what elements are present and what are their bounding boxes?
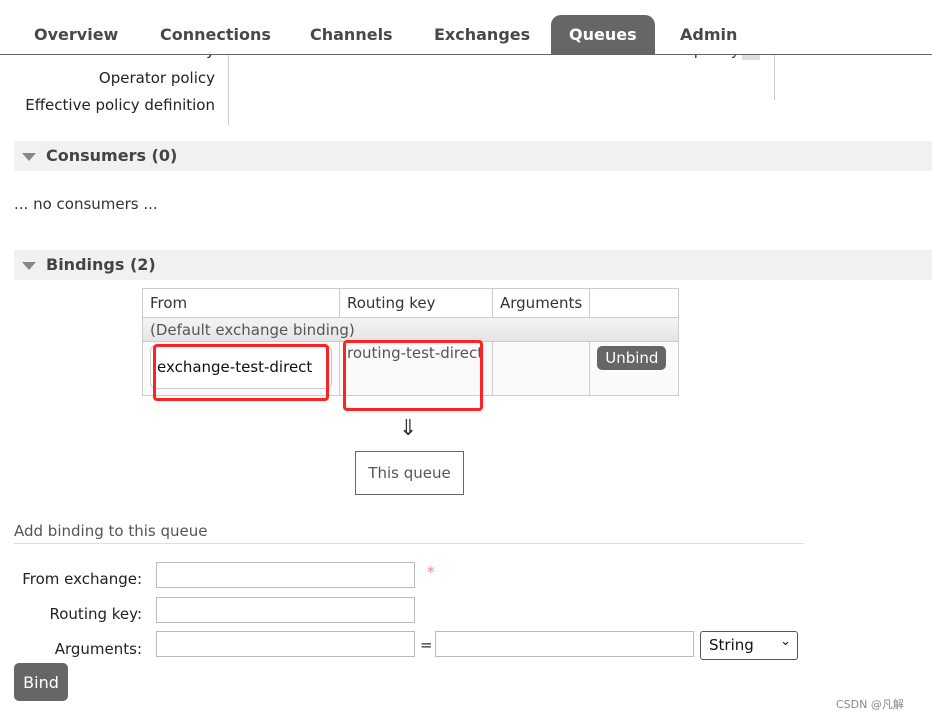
arguments-cell [491,341,591,396]
arguments-label: Arguments: [54,640,142,658]
argument-type-select[interactable]: String ⌄ [700,631,798,660]
tab-overview[interactable]: Overview [16,15,136,54]
routing-key-label: Routing key: [49,605,143,623]
argument-key-input[interactable] [156,631,415,657]
collapse-triangle-icon [22,261,36,270]
watermark: CSDN @凡解 [836,698,904,711]
no-consumers-text: ... no consumers ... [14,195,158,213]
consumers-section-header[interactable]: Consumers (0) [14,141,932,171]
select-value: String [709,636,754,654]
down-arrow-icon: ⇓ [399,416,418,441]
tab-channels[interactable]: Channels [292,15,411,54]
divider [228,55,229,125]
section-title: Bindings (2) [46,255,156,274]
col-actions [589,288,680,318]
bindings-section-header[interactable]: Bindings (2) [14,250,932,280]
section-title: Consumers (0) [46,146,178,165]
argument-value-input[interactable] [435,631,694,657]
tab-admin[interactable]: Admin [662,15,755,54]
required-marker: * [427,563,435,581]
tab-connections[interactable]: Connections [142,15,289,54]
col-routing-key: Routing key [339,288,493,318]
tab-exchanges[interactable]: Exchanges [416,15,548,54]
default-binding-row: (Default exchange binding) [141,317,680,342]
col-from: From [142,288,340,318]
effective-policy-label: Effective policy definition [25,96,215,114]
col-arguments: Arguments [491,288,591,318]
chevron-down-icon: ⌄ [780,634,791,649]
from-exchange-input[interactable] [156,562,415,588]
equals-sign: = [420,636,433,654]
top-nav: Overview Connections Channels Exchanges … [0,0,932,55]
operator-policy-label: Operator policy [98,69,215,87]
collapse-triangle-icon [22,152,36,161]
add-binding-title: Add binding to this queue [14,522,804,544]
unbind-button[interactable]: Unbind [597,346,667,370]
from-exchange-label: From exchange: [22,570,142,588]
highlight-box [153,344,329,401]
bind-button[interactable]: Bind [14,663,68,701]
routing-key-input[interactable] [156,597,415,623]
tab-queues[interactable]: Queues [551,15,655,54]
this-queue-box: This queue [355,451,464,495]
highlight-box [343,340,483,411]
